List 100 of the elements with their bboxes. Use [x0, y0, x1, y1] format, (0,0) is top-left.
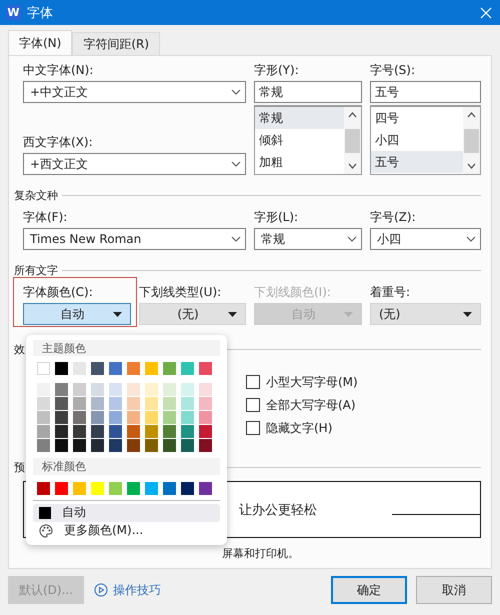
- menu-item[interactable]: 更多颜色(M)...: [33, 522, 220, 540]
- scroll-up-icon[interactable]: [467, 112, 476, 118]
- color-swatch[interactable]: [163, 411, 176, 424]
- color-swatch[interactable]: [163, 482, 176, 495]
- color-swatch[interactable]: [199, 439, 212, 452]
- color-swatch[interactable]: [163, 362, 176, 376]
- color-swatch[interactable]: [145, 439, 158, 452]
- color-swatch[interactable]: [55, 362, 68, 376]
- font-dropdown[interactable]: +西文正文: [23, 153, 246, 175]
- color-swatch[interactable]: [55, 482, 68, 495]
- dropdown[interactable]: (无): [139, 303, 246, 325]
- input-field[interactable]: 常规: [254, 81, 362, 103]
- color-swatch[interactable]: [55, 411, 68, 424]
- ok-button[interactable]: 确定: [331, 576, 407, 604]
- color-swatch[interactable]: [127, 411, 140, 424]
- color-swatch[interactable]: [37, 383, 50, 396]
- color-swatch[interactable]: [181, 411, 194, 424]
- checkbox[interactable]: [246, 375, 260, 389]
- color-swatch[interactable]: [181, 439, 194, 452]
- color-swatch[interactable]: [73, 362, 86, 376]
- dropdown[interactable]: Times New Roman: [23, 228, 246, 250]
- color-swatch[interactable]: [199, 383, 212, 396]
- color-swatch[interactable]: [37, 362, 50, 376]
- color-swatch[interactable]: [145, 383, 158, 396]
- color-swatch[interactable]: [37, 482, 50, 495]
- tips-link[interactable]: 操作技巧: [94, 582, 161, 598]
- color-swatch[interactable]: [91, 411, 104, 424]
- dropdown[interactable]: (无): [370, 303, 481, 325]
- color-swatch[interactable]: [199, 397, 212, 410]
- color-swatch[interactable]: [199, 425, 212, 438]
- color-swatch[interactable]: [91, 482, 104, 495]
- color-swatch[interactable]: [37, 439, 50, 452]
- scroll-bar[interactable]: [344, 107, 361, 174]
- cancel-button[interactable]: 取消: [416, 576, 492, 604]
- color-swatch[interactable]: [37, 397, 50, 410]
- color-swatch[interactable]: [91, 397, 104, 410]
- color-swatch[interactable]: [73, 439, 86, 452]
- color-swatch[interactable]: [163, 425, 176, 438]
- color-swatch[interactable]: [145, 425, 158, 438]
- scroll-up-icon[interactable]: [348, 112, 357, 118]
- dropdown[interactable]: 小四: [370, 228, 481, 250]
- color-swatch[interactable]: [109, 362, 122, 376]
- scroll-down-icon[interactable]: [467, 163, 476, 169]
- color-swatch[interactable]: [181, 383, 194, 396]
- color-swatch[interactable]: [199, 362, 212, 376]
- list-item[interactable]: 倾斜: [255, 129, 344, 151]
- color-swatch[interactable]: [127, 397, 140, 410]
- color-swatch[interactable]: [73, 425, 86, 438]
- color-swatch[interactable]: [37, 411, 50, 424]
- input-field[interactable]: 五号: [370, 81, 481, 103]
- color-swatch[interactable]: [127, 362, 140, 376]
- color-swatch[interactable]: [199, 482, 212, 495]
- color-swatch[interactable]: [109, 411, 122, 424]
- dropdown[interactable]: 常规: [254, 228, 362, 250]
- color-swatch[interactable]: [145, 411, 158, 424]
- color-swatch[interactable]: [181, 362, 194, 376]
- color-swatch[interactable]: [37, 425, 50, 438]
- checkbox[interactable]: [246, 398, 260, 412]
- color-swatch[interactable]: [91, 439, 104, 452]
- color-swatch[interactable]: [73, 383, 86, 396]
- color-swatch[interactable]: [127, 425, 140, 438]
- color-swatch[interactable]: [91, 425, 104, 438]
- list-item[interactable]: 四号: [371, 107, 463, 129]
- color-swatch[interactable]: [73, 397, 86, 410]
- color-swatch[interactable]: [163, 439, 176, 452]
- color-swatch[interactable]: [181, 482, 194, 495]
- menu-item[interactable]: 自动: [33, 504, 220, 522]
- color-swatch[interactable]: [109, 383, 122, 396]
- list-item[interactable]: 常规: [255, 107, 344, 129]
- checkbox[interactable]: [246, 421, 260, 435]
- color-swatch[interactable]: [163, 383, 176, 396]
- scroll-bar[interactable]: [463, 107, 480, 174]
- color-swatch[interactable]: [55, 383, 68, 396]
- tab[interactable]: 字符间距(R): [72, 32, 160, 56]
- color-swatch[interactable]: [55, 425, 68, 438]
- color-swatch[interactable]: [91, 383, 104, 396]
- close-icon[interactable]: [480, 6, 492, 18]
- color-swatch[interactable]: [109, 439, 122, 452]
- list-item[interactable]: 小四: [371, 129, 463, 151]
- color-swatch[interactable]: [145, 362, 158, 376]
- color-swatch[interactable]: [73, 411, 86, 424]
- color-swatch[interactable]: [73, 482, 86, 495]
- color-swatch[interactable]: [127, 439, 140, 452]
- list-item[interactable]: 五号: [371, 151, 463, 173]
- color-swatch[interactable]: [145, 482, 158, 495]
- color-swatch[interactable]: [163, 397, 176, 410]
- color-swatch[interactable]: [181, 397, 194, 410]
- color-swatch[interactable]: [127, 482, 140, 495]
- list-item[interactable]: 加粗: [255, 151, 344, 173]
- color-swatch[interactable]: [127, 383, 140, 396]
- color-swatch[interactable]: [91, 362, 104, 376]
- color-swatch[interactable]: [145, 397, 158, 410]
- color-swatch[interactable]: [55, 397, 68, 410]
- color-swatch[interactable]: [199, 411, 212, 424]
- color-swatch[interactable]: [55, 439, 68, 452]
- tab[interactable]: 字体(N): [8, 30, 72, 56]
- color-swatch[interactable]: [109, 425, 122, 438]
- font-dropdown[interactable]: +中文正文: [23, 81, 246, 103]
- dropdown[interactable]: 自动: [23, 303, 131, 325]
- color-swatch[interactable]: [109, 482, 122, 495]
